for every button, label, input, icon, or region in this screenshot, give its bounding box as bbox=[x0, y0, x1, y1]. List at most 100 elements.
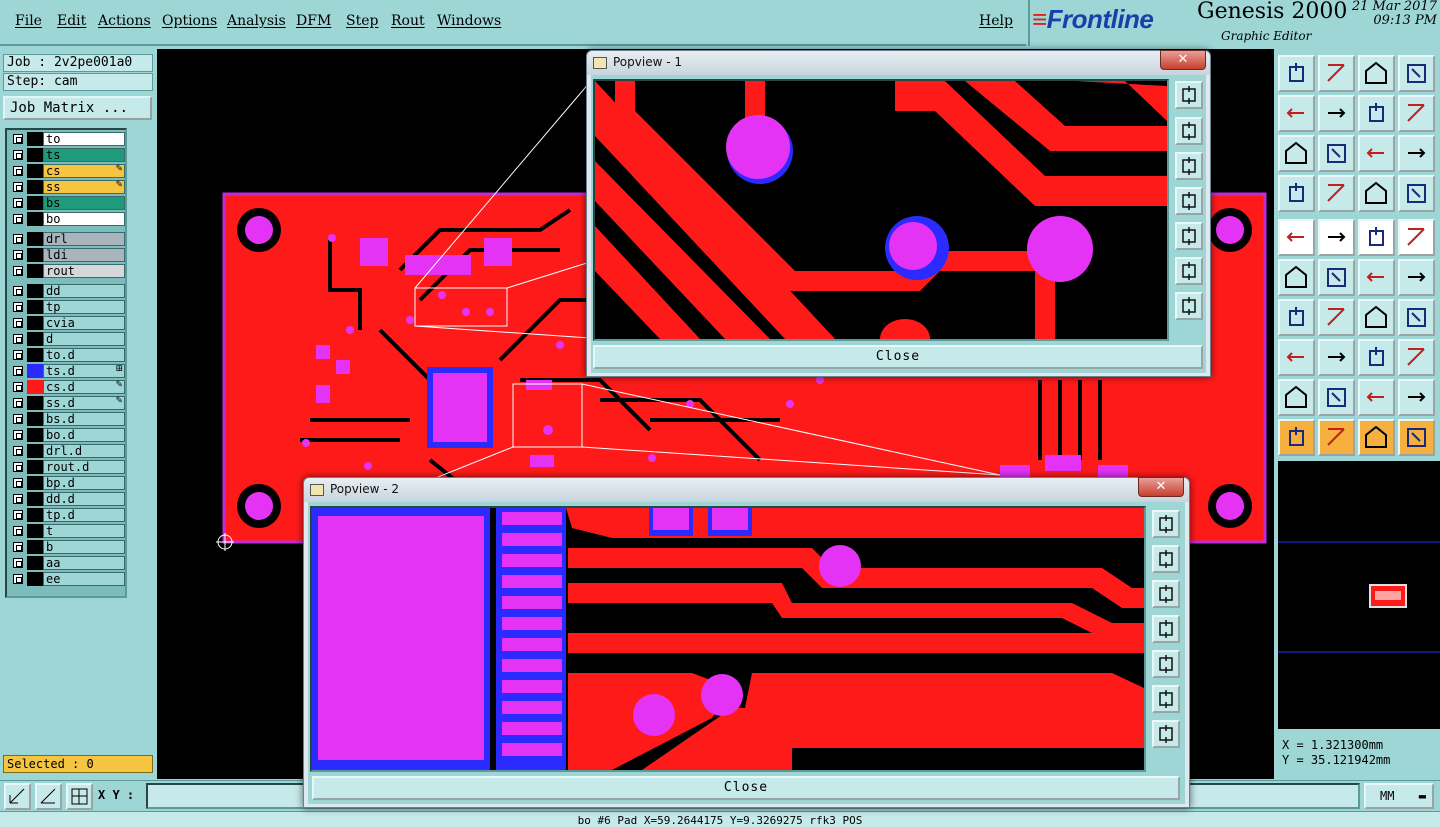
close-icon[interactable]: ✕ bbox=[1138, 477, 1184, 497]
popview-2-close-button[interactable]: Close bbox=[312, 776, 1180, 800]
layer-name[interactable]: cvia bbox=[43, 316, 125, 330]
layer-color-swatch[interactable] bbox=[27, 316, 43, 330]
layer-checkbox[interactable] bbox=[13, 266, 23, 276]
arc-icon[interactable] bbox=[1358, 299, 1395, 336]
layer-name[interactable]: rout.d bbox=[43, 460, 125, 474]
layer-row-dd-d[interactable]: dd.d bbox=[9, 492, 125, 506]
layer-name[interactable]: drl.d bbox=[43, 444, 125, 458]
layer-color-swatch[interactable] bbox=[27, 132, 43, 146]
layer-checkbox[interactable] bbox=[13, 414, 23, 424]
layer-name[interactable]: dd.d bbox=[43, 492, 125, 506]
layer-color-swatch[interactable] bbox=[27, 396, 43, 410]
layer-checkbox[interactable] bbox=[13, 574, 23, 584]
layer-row-aa[interactable]: aa bbox=[9, 556, 125, 570]
center-icon[interactable] bbox=[1318, 135, 1355, 172]
layer-color-swatch[interactable] bbox=[27, 444, 43, 458]
text-f-icon[interactable] bbox=[1398, 299, 1435, 336]
layer-name[interactable]: tp bbox=[43, 300, 125, 314]
pointer-zoom-icon[interactable] bbox=[1358, 419, 1395, 456]
pan-right-icon[interactable] bbox=[1175, 222, 1203, 250]
layer-name[interactable]: cs.d bbox=[43, 380, 125, 394]
layer-checkbox[interactable] bbox=[13, 430, 23, 440]
layer-row-cs-d[interactable]: cs.d ✎ bbox=[9, 380, 125, 394]
zoom-in-icon[interactable] bbox=[1152, 545, 1180, 573]
layer-row-ee[interactable]: ee bbox=[9, 572, 125, 586]
layer-color-swatch[interactable] bbox=[27, 508, 43, 522]
layer-row-ss-d[interactable]: ss.d ✎ bbox=[9, 396, 125, 410]
menu-help[interactable]: Help bbox=[979, 13, 1013, 29]
zoom-window-icon[interactable] bbox=[1152, 510, 1180, 538]
flip-icon[interactable] bbox=[1358, 95, 1395, 132]
home-icon[interactable] bbox=[1358, 55, 1395, 92]
line-blue-icon[interactable] bbox=[1318, 299, 1355, 336]
layer-color-swatch[interactable] bbox=[27, 540, 43, 554]
layer-color-swatch[interactable] bbox=[27, 412, 43, 426]
layer-name[interactable]: ee bbox=[43, 572, 125, 586]
zoom-window-icon[interactable] bbox=[1175, 81, 1203, 109]
node-2-icon[interactable] bbox=[1398, 259, 1435, 296]
layer-checkbox[interactable] bbox=[13, 182, 23, 192]
zoom-out-icon[interactable] bbox=[1175, 152, 1203, 180]
layer-name[interactable]: bs.d bbox=[43, 412, 125, 426]
snap-icon[interactable] bbox=[4, 783, 31, 810]
layer-row-tp-d[interactable]: tp.d bbox=[9, 508, 125, 522]
tool-select-icon[interactable] bbox=[1278, 175, 1315, 212]
layer-name[interactable]: cs bbox=[43, 164, 125, 178]
grid-toggle-icon[interactable] bbox=[66, 783, 93, 810]
circle-pad-icon[interactable] bbox=[1398, 219, 1435, 256]
menu-rout[interactable]: Rout bbox=[391, 13, 425, 29]
layer-name[interactable]: to bbox=[43, 132, 125, 146]
fit-all-icon[interactable] bbox=[1175, 257, 1203, 285]
layer-color-swatch[interactable] bbox=[27, 212, 43, 226]
move-line-icon[interactable] bbox=[1318, 339, 1355, 376]
layer-checkbox[interactable] bbox=[13, 318, 23, 328]
layer-stack-2-icon[interactable] bbox=[1398, 175, 1435, 212]
pointer-node-icon[interactable] bbox=[1398, 419, 1435, 456]
layer-name[interactable]: ss.d bbox=[43, 396, 125, 410]
move-pad-icon[interactable] bbox=[1278, 339, 1315, 376]
layer-checkbox[interactable] bbox=[13, 462, 23, 472]
shapes-icon[interactable] bbox=[1398, 339, 1435, 376]
resize-icon[interactable] bbox=[1358, 339, 1395, 376]
popview-1-titlebar[interactable]: Popview - 1 ✕ bbox=[587, 50, 1210, 75]
fit-all-icon[interactable] bbox=[1152, 685, 1180, 713]
layer-name[interactable]: d bbox=[43, 332, 125, 346]
layer-name[interactable]: dd bbox=[43, 284, 125, 298]
layer-row-ts[interactable]: ts bbox=[9, 148, 125, 162]
layer-row-cvia[interactable]: cvia bbox=[9, 316, 125, 330]
layer-checkbox[interactable] bbox=[13, 398, 23, 408]
layer-checkbox[interactable] bbox=[13, 510, 23, 520]
layer-name[interactable]: ldi bbox=[43, 248, 125, 262]
layer-row-rout[interactable]: rout bbox=[9, 264, 125, 278]
zoom-in-icon[interactable] bbox=[1175, 117, 1203, 145]
layer-checkbox[interactable] bbox=[13, 166, 23, 176]
menu-options[interactable]: Options bbox=[162, 13, 217, 29]
layer-row-bo-d[interactable]: bo.d bbox=[9, 428, 125, 442]
menu-actions[interactable]: Actions bbox=[98, 13, 151, 29]
layer-checkbox[interactable] bbox=[13, 234, 23, 244]
layer-checkbox[interactable] bbox=[13, 350, 23, 360]
layer-stack-icon[interactable] bbox=[1358, 175, 1395, 212]
layer-color-swatch[interactable] bbox=[27, 332, 43, 346]
layer-row-bo[interactable]: bo bbox=[9, 212, 125, 226]
s-curve-icon[interactable] bbox=[1398, 95, 1435, 132]
pan-left-icon[interactable] bbox=[1278, 95, 1315, 132]
layer-color-swatch[interactable] bbox=[27, 476, 43, 490]
layer-row-bp-d[interactable]: bp.d bbox=[9, 476, 125, 490]
layer-checkbox[interactable] bbox=[13, 250, 23, 260]
fit-icon[interactable] bbox=[1278, 135, 1315, 172]
zoom-back-icon[interactable] bbox=[1318, 55, 1355, 92]
grid-snap-icon[interactable] bbox=[1398, 55, 1435, 92]
pointer-icon[interactable] bbox=[1278, 419, 1315, 456]
pan-left-icon[interactable] bbox=[1175, 187, 1203, 215]
layer-row-drl[interactable]: drl bbox=[9, 232, 125, 246]
layer-name[interactable]: ts.d bbox=[43, 364, 125, 378]
popview-1-close-button[interactable]: Close bbox=[593, 345, 1203, 369]
layer-color-swatch[interactable] bbox=[27, 164, 43, 178]
job-matrix-button[interactable]: Job Matrix ... bbox=[3, 96, 152, 120]
layer-checkbox[interactable] bbox=[13, 558, 23, 568]
layer-name[interactable]: bo.d bbox=[43, 428, 125, 442]
layer-color-swatch[interactable] bbox=[27, 264, 43, 278]
layer-checkbox[interactable] bbox=[13, 150, 23, 160]
layer-name[interactable]: ss bbox=[43, 180, 125, 194]
